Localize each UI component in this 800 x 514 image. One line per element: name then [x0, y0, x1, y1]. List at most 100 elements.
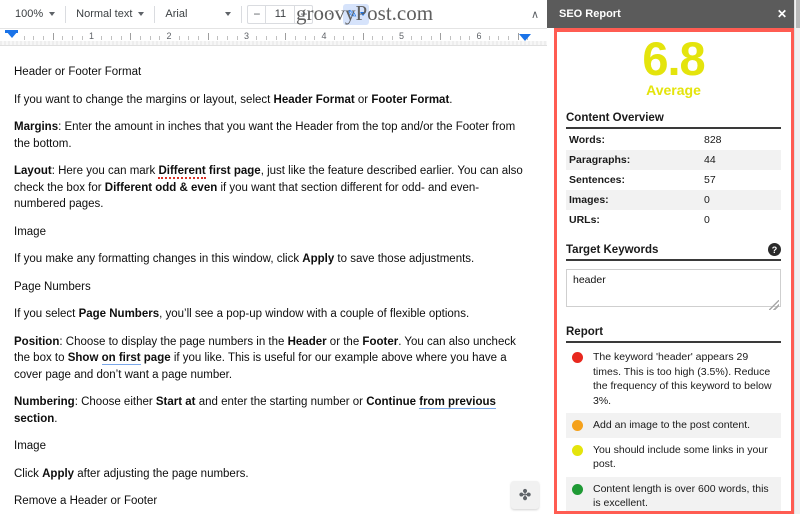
document-paragraph[interactable]: Click Apply after adjusting the page num…	[14, 466, 523, 483]
document-paragraph[interactable]: If you want to change the margins or lay…	[14, 92, 523, 109]
ruler-tick	[285, 33, 287, 40]
ruler-tick	[508, 36, 510, 40]
content-overview-label: Sentences:	[569, 174, 626, 186]
document-paragraph[interactable]: If you make any formatting changes in th…	[14, 251, 523, 268]
seo-score-value: 6.8	[642, 32, 705, 85]
document-paragraph[interactable]: Position: Choose to display the page num…	[14, 334, 523, 384]
font-size-stepper[interactable]: − 11 +	[247, 4, 314, 24]
document-paragraph[interactable]: Image	[14, 224, 523, 241]
text-run: page	[140, 352, 171, 364]
ruler-tick	[304, 36, 306, 40]
more-options-icon[interactable]: ⋯	[313, 6, 339, 22]
document-body[interactable]: Header or Footer Format If you want to ch…	[14, 64, 523, 514]
report-item: You should include some links in your po…	[566, 438, 781, 477]
horizontal-ruler[interactable]: 1 2 3 4 5 6	[0, 29, 547, 46]
text-run: If you want to change the margins or lay…	[14, 93, 274, 106]
ruler-tick	[459, 36, 461, 40]
text-run: Apply	[302, 253, 335, 265]
text-run: Margins	[14, 121, 59, 133]
font-size-value[interactable]: 11	[266, 4, 295, 24]
document-paragraph[interactable]: Page Numbers	[14, 279, 523, 296]
document-paragraph[interactable]: Margins: Enter the amount in inches that…	[14, 119, 523, 152]
document-paragraph[interactable]: Numbering: Choose either Start at and en…	[14, 394, 523, 427]
content-overview-label: Words:	[569, 134, 605, 146]
report-item-text: Content length is over 600 words, this i…	[593, 482, 769, 510]
text-run: Apply	[42, 467, 75, 480]
seo-score-label: Average	[646, 82, 701, 98]
document-paragraph[interactable]: Remove a Header or Footer	[14, 493, 523, 510]
text-run: Page Numbers	[14, 280, 91, 293]
ruler-tick	[362, 33, 364, 40]
status-dot-icon	[572, 483, 583, 495]
text-run: Footer	[362, 335, 399, 348]
ruler-tick	[62, 36, 64, 40]
status-dot-icon	[572, 444, 583, 456]
window-scrollbar[interactable]	[794, 0, 800, 514]
text-run: If you select	[14, 308, 79, 320]
report-heading: Report	[566, 326, 781, 343]
text-run: Footer Format	[371, 93, 450, 106]
text-run: Header or Footer Format	[14, 66, 142, 78]
text-run: : Enter the amount in inches that you wa…	[14, 121, 516, 150]
text-run: Remove a Header or Footer	[14, 495, 158, 507]
help-icon[interactable]: ?	[768, 243, 781, 256]
ruler-tick	[188, 36, 190, 40]
ruler-tick	[440, 33, 442, 40]
ruler-number: 6	[476, 31, 482, 41]
font-family-dropdown[interactable]: Arial	[160, 3, 236, 25]
ruler-tick	[72, 36, 74, 40]
add-content-floating-button[interactable]: ✤	[511, 481, 539, 509]
text-run: Different odd & even	[104, 181, 218, 194]
ruler-number: 5	[398, 31, 405, 41]
target-keywords-input[interactable]	[566, 269, 781, 307]
content-overview-table: Words: 828 Paragraphs: 44 Sentences: 57 Images…	[566, 130, 781, 230]
scrollbar-thumb[interactable]	[796, 0, 800, 28]
zoom-level-value: 100%	[15, 8, 44, 20]
ruler-tick	[120, 36, 122, 40]
ruler-tick	[236, 36, 238, 40]
text-run: Numbering	[14, 396, 75, 408]
chevron-down-icon	[359, 12, 366, 16]
collapse-toolbar-icon[interactable]: ∧	[531, 8, 539, 21]
seo-score-block: 6.8 Average	[566, 32, 781, 99]
decrease-font-size-button[interactable]: −	[247, 4, 267, 24]
ruler-tick	[139, 36, 141, 40]
text-run: after adjusting the page numbers.	[74, 467, 249, 480]
editing-mode-button[interactable]: ✎	[343, 3, 370, 25]
ruler-tick	[449, 36, 451, 40]
pencil-icon: ✎	[345, 6, 359, 22]
ruler-tick	[159, 36, 161, 40]
close-icon[interactable]: ✕	[773, 5, 791, 23]
seo-panel-scroll-area[interactable]: 6.8 Average Content Overview Words: 828 Pa…	[557, 32, 791, 511]
increase-font-size-button[interactable]: +	[294, 4, 314, 24]
document-paragraph[interactable]: Image	[14, 438, 523, 455]
ruler-tick	[469, 36, 471, 40]
document-paragraph[interactable]: If you select Page Numbers, you’ll see a…	[14, 306, 523, 323]
spellcheck-underlined-text: Different	[158, 165, 206, 179]
toolbar-divider	[154, 5, 156, 23]
spellcheck-underlined-text: on first	[101, 352, 141, 365]
ruler-tick	[343, 36, 345, 40]
zoom-level-dropdown[interactable]: 100%	[10, 3, 60, 25]
text-run: : Choose either	[74, 396, 156, 408]
text-run: Header Format	[273, 93, 355, 106]
ruler-tick	[130, 33, 132, 40]
ruler-tick	[207, 33, 209, 40]
text-run: first page	[205, 165, 261, 177]
content-overview-value: 44	[704, 154, 716, 166]
move-plus-icon: ✤	[518, 486, 532, 504]
report-item-text: Add an image to the post content.	[593, 419, 751, 431]
right-indent-marker[interactable]	[519, 34, 531, 41]
target-keywords-field-wrapper	[566, 261, 781, 312]
chevron-down-icon	[49, 12, 56, 16]
paragraph-style-dropdown[interactable]: Normal text	[71, 3, 149, 25]
text-run: and enter the starting number or	[195, 396, 367, 408]
document-paragraph[interactable]: Layout: Here you can mark Different firs…	[14, 163, 523, 213]
ruler-tick	[314, 36, 316, 40]
document-page[interactable]: Header or Footer Format If you want to ch…	[0, 46, 547, 514]
text-run: Header	[287, 335, 327, 348]
left-indent-marker[interactable]	[6, 31, 18, 38]
text-run: Image	[14, 440, 46, 452]
text-run: .	[449, 93, 453, 106]
document-paragraph[interactable]: Header or Footer Format	[14, 64, 523, 81]
